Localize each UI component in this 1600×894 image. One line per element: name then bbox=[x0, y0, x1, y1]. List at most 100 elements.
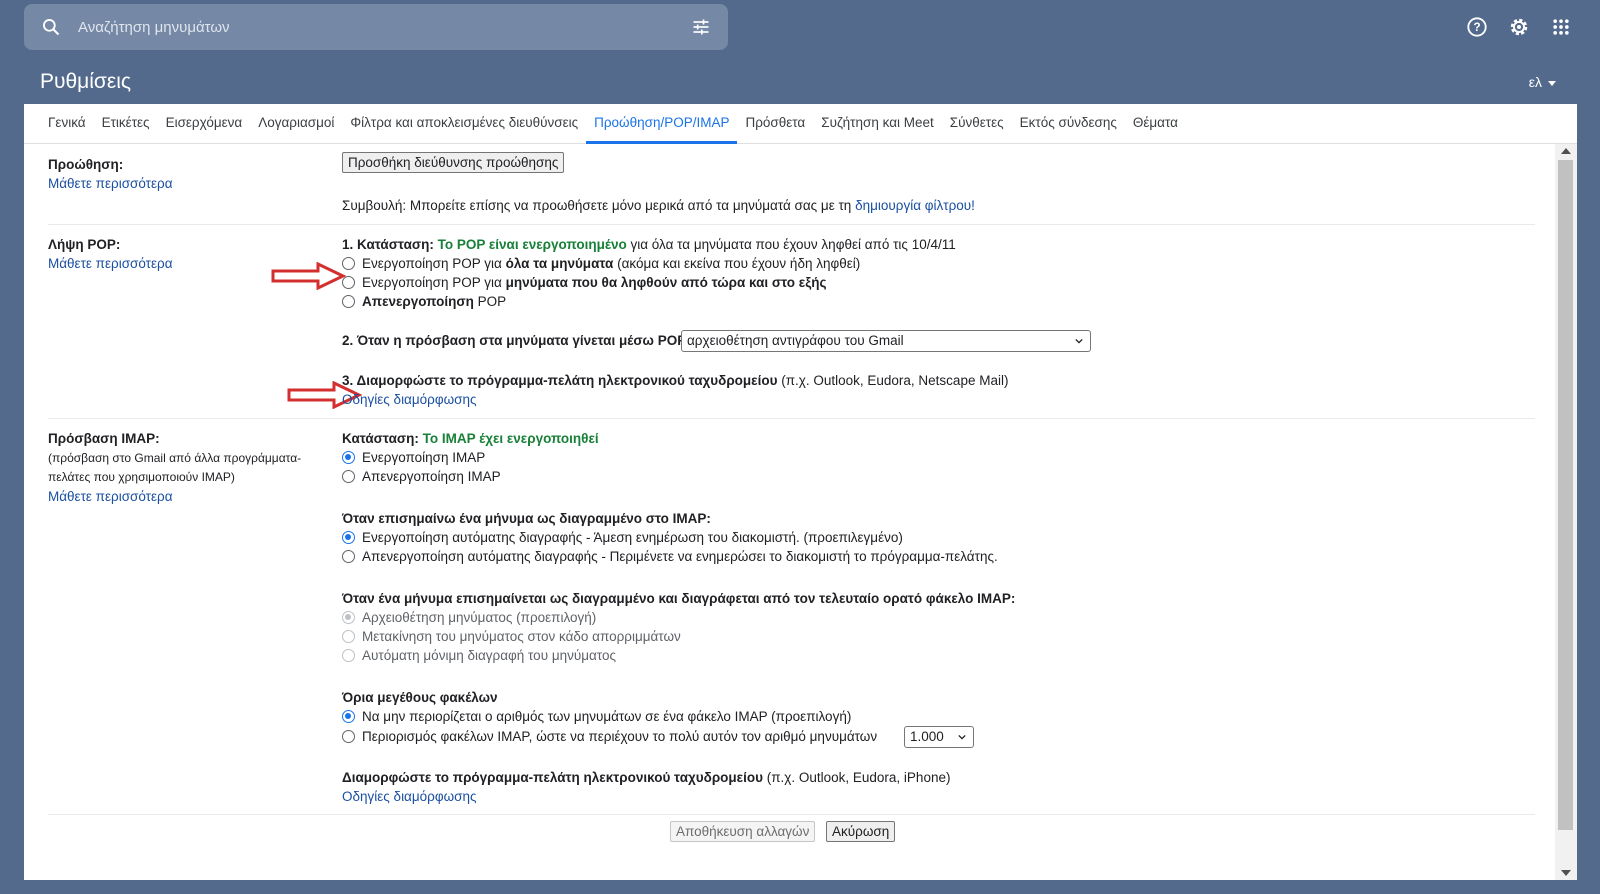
folder-limit-value: 1.000 bbox=[910, 729, 944, 744]
pop-access-select[interactable]: αρχειοθέτηση αντιγράφου του Gmail bbox=[681, 330, 1091, 352]
pop-opt2-a: Ενεργοποίηση POP για bbox=[362, 275, 502, 290]
folder-limit-select[interactable]: 1.000 bbox=[904, 726, 974, 748]
help-icon[interactable]: ? bbox=[1464, 14, 1490, 40]
tab-addons[interactable]: Πρόσθετα bbox=[737, 104, 813, 144]
scroll-down-icon[interactable] bbox=[1561, 870, 1571, 876]
pop-access-label: 2. Όταν η πρόσβαση στα μηνύματα γίνεται … bbox=[342, 333, 687, 348]
limits-some-label: Περιορισμός φακέλων IMAP, ώστε να περιέχ… bbox=[362, 729, 878, 744]
pop-all-radio[interactable] bbox=[342, 257, 355, 270]
limits-none-radio[interactable] bbox=[342, 710, 355, 723]
imap-client-config: Διαμορφώστε το πρόγραμμα-πελάτη ηλεκτρον… bbox=[342, 770, 950, 785]
pop-client-hint: (π.χ. Outlook, Eudora, Netscape Mail) bbox=[781, 373, 1009, 388]
pop-status-prefix: 1. Κατάσταση: bbox=[342, 237, 434, 252]
settings-panel: Γενικά Ετικέτες Εισερχόμενα Λογαριασμοί … bbox=[24, 104, 1577, 880]
expunged-trash-option[interactable]: Μετακίνηση του μηνύματος στον κάδο απορρ… bbox=[342, 629, 681, 644]
forwarding-learn-more-link[interactable]: Μάθετε περισσότερα bbox=[48, 176, 173, 191]
pop-new-radio[interactable] bbox=[342, 276, 355, 289]
pop-opt3-b: POP bbox=[477, 294, 507, 309]
pop-opt1-c: (ακόμα και εκείνα που έχουν ήδη ληφθεί) bbox=[617, 256, 861, 271]
tab-inbox[interactable]: Εισερχόμενα bbox=[158, 104, 251, 144]
forwarding-tip: Συμβουλή: Μπορείτε επίσης να προωθήσετε … bbox=[342, 198, 975, 213]
autoexpunge-off-radio[interactable] bbox=[342, 550, 355, 563]
limits-none-label: Να μην περιορίζεται ο αριθμός των μηνυμά… bbox=[362, 709, 852, 724]
autoexpunge-off-option[interactable]: Απενεργοποίηση αυτόματης διαγραφής - Περ… bbox=[342, 549, 998, 564]
imap-label: Πρόσβαση IMAP: bbox=[48, 431, 160, 446]
imap-disable-radio[interactable] bbox=[342, 470, 355, 483]
expunged-archive-label: Αρχειοθέτηση μηνύματος (προεπιλογή) bbox=[362, 610, 597, 625]
pop-client-label: 3. Διαμορφώστε το πρόγραμμα-πελάτη ηλεκτ… bbox=[342, 373, 778, 388]
top-right-icons: ? bbox=[1464, 14, 1574, 40]
settings-tabs: Γενικά Ετικέτες Εισερχόμενα Λογαριασμοί … bbox=[24, 104, 1577, 144]
divider bbox=[48, 418, 1535, 419]
pop-opt2-b: μηνύματα που θα ληφθούν από τώρα και στο… bbox=[505, 275, 827, 290]
gear-icon[interactable] bbox=[1506, 14, 1532, 40]
scrollbar-thumb[interactable] bbox=[1558, 160, 1573, 830]
tab-filters[interactable]: Φίλτρα και αποκλεισμένες διευθύνσεις bbox=[342, 104, 586, 144]
limits-some-radio[interactable] bbox=[342, 730, 355, 743]
tab-labels[interactable]: Ετικέτες bbox=[94, 104, 158, 144]
tab-themes[interactable]: Θέματα bbox=[1125, 104, 1186, 144]
forwarding-tip-text: Συμβουλή: Μπορείτε επίσης να προωθήσετε … bbox=[342, 198, 852, 213]
pop-status-value: Το POP είναι ενεργοποιημένο bbox=[437, 237, 627, 252]
limits-some-option[interactable]: Περιορισμός φακέλων IMAP, ώστε να περιέχ… bbox=[342, 729, 877, 744]
expunged-delete-radio[interactable] bbox=[342, 649, 355, 662]
search-options-icon[interactable] bbox=[674, 17, 728, 37]
folder-limits-title: Όρια μεγέθους φακέλων bbox=[342, 690, 498, 705]
autoexpunge-off-label: Απενεργοποίηση αυτόματης διαγραφής - Περ… bbox=[362, 549, 998, 564]
pop-option-all[interactable]: Ενεργοποίηση POP για όλα τα μηνύματα (ακ… bbox=[342, 256, 860, 271]
save-changes-button[interactable]: Αποθήκευση αλλαγών bbox=[670, 821, 816, 842]
settings-content: Προώθηση: Μάθετε περισσότερα Προσθήκη δι… bbox=[24, 144, 1553, 880]
cancel-button[interactable]: Ακύρωση bbox=[826, 821, 896, 842]
search-input[interactable] bbox=[78, 18, 674, 36]
pop-option-disable[interactable]: Απενεργοποίηση POP bbox=[342, 294, 506, 309]
search-bar[interactable] bbox=[24, 4, 728, 50]
pop-instructions-link[interactable]: Οδηγίες διαμόρφωσης bbox=[342, 392, 476, 407]
imap-instructions-link[interactable]: Οδηγίες διαμόρφωσης bbox=[342, 789, 476, 804]
pop-disable-radio[interactable] bbox=[342, 295, 355, 308]
apps-grid-icon[interactable] bbox=[1548, 14, 1574, 40]
expunged-trash-label: Μετακίνηση του μηνύματος στον κάδο απορρ… bbox=[362, 629, 681, 644]
expunged-delete-option[interactable]: Αυτόματη μόνιμη διαγραφή του μηνύματος bbox=[342, 648, 616, 663]
expunged-trash-radio[interactable] bbox=[342, 630, 355, 643]
imap-learn-more-link[interactable]: Μάθετε περισσότερα bbox=[48, 489, 173, 504]
pop-opt3-a: Απενεργοποίηση bbox=[362, 294, 474, 309]
autoexpunge-on-option[interactable]: Ενεργοποίηση αυτόματης διαγραφής - Άμεση… bbox=[342, 530, 903, 545]
imap-description: (πρόσβαση στο Gmail από άλλα προγράμματα… bbox=[48, 451, 302, 484]
imap-enable-option[interactable]: Ενεργοποίηση IMAP bbox=[342, 450, 485, 465]
scrollbar[interactable] bbox=[1555, 144, 1577, 880]
imap-enable-label: Ενεργοποίηση IMAP bbox=[362, 450, 486, 465]
expunged-archive-radio[interactable] bbox=[342, 611, 355, 624]
tab-offline[interactable]: Εκτός σύνδεσης bbox=[1012, 104, 1125, 144]
pop-option-new[interactable]: Ενεργοποίηση POP για μηνύματα που θα ληφ… bbox=[342, 275, 827, 290]
limits-none-option[interactable]: Να μην περιορίζεται ο αριθμός των μηνυμά… bbox=[342, 709, 851, 724]
tab-accounts[interactable]: Λογαριασμοί bbox=[250, 104, 342, 144]
forwarding-label: Προώθηση: bbox=[48, 157, 124, 172]
chevron-down-icon bbox=[958, 734, 966, 740]
imap-status: Κατάσταση: Το IMAP έχει ενεργοποιηθεί bbox=[342, 431, 599, 446]
imap-client-label: Διαμορφώστε το πρόγραμμα-πελάτη ηλεκτρον… bbox=[342, 770, 763, 785]
language-label: ελ bbox=[1528, 74, 1542, 90]
pop-opt1-a: Ενεργοποίηση POP για bbox=[362, 256, 502, 271]
chevron-down-icon bbox=[1075, 338, 1083, 344]
add-forwarding-address-button[interactable]: Προσθήκη διεύθυνσης προώθησης bbox=[342, 152, 565, 173]
pop-opt1-b: όλα τα μηνύματα bbox=[505, 256, 614, 271]
tab-forwarding-pop-imap[interactable]: Προώθηση/POP/IMAP bbox=[586, 104, 738, 144]
expunged-archive-option[interactable]: Αρχειοθέτηση μηνύματος (προεπιλογή) bbox=[342, 610, 596, 625]
search-icon[interactable] bbox=[24, 17, 78, 37]
imap-disable-option[interactable]: Απενεργοποίηση IMAP bbox=[342, 469, 501, 484]
autoexpunge-on-label: Ενεργοποίηση αυτόματης διαγραφής - Άμεση… bbox=[362, 530, 903, 545]
scroll-up-icon[interactable] bbox=[1561, 148, 1571, 154]
autoexpunge-on-radio[interactable] bbox=[342, 531, 355, 544]
tab-advanced[interactable]: Σύνθετες bbox=[942, 104, 1012, 144]
pop-label: Λήψη POP: bbox=[48, 237, 121, 252]
pop-access-value: αρχειοθέτηση αντιγράφου του Gmail bbox=[687, 333, 904, 348]
tab-chat-meet[interactable]: Συζήτηση και Meet bbox=[813, 104, 942, 144]
create-filter-link[interactable]: δημιουργία φίλτρου! bbox=[855, 198, 975, 213]
tab-general[interactable]: Γενικά bbox=[40, 104, 94, 144]
language-selector[interactable]: ελ bbox=[1529, 74, 1556, 90]
imap-enable-radio[interactable] bbox=[342, 451, 355, 464]
pop-learn-more-link[interactable]: Μάθετε περισσότερα bbox=[48, 256, 173, 271]
annotation-arrow-icon bbox=[271, 262, 346, 290]
svg-text:?: ? bbox=[1473, 20, 1480, 34]
pop-status-suffix: για όλα τα μηνύματα που έχουν ληφθεί από… bbox=[630, 237, 956, 252]
